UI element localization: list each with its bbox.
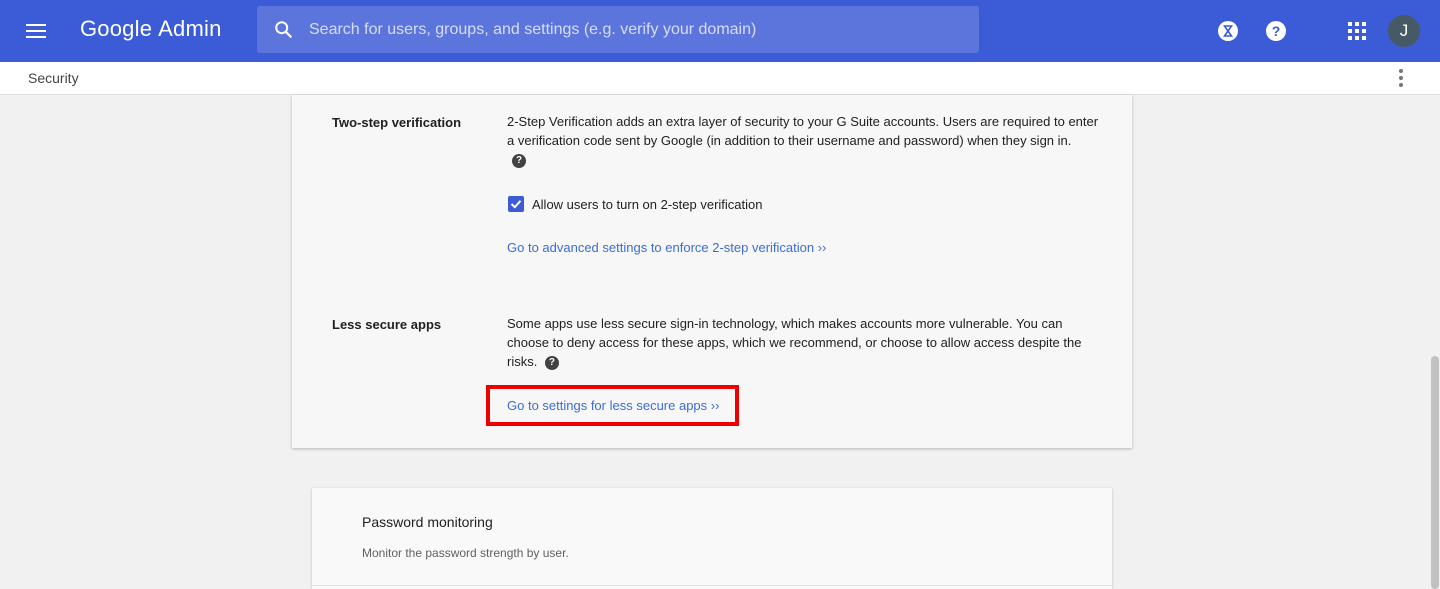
user-avatar[interactable]: J — [1388, 15, 1420, 47]
allow-2sv-label[interactable]: Allow users to turn on 2-step verificati… — [532, 197, 763, 212]
breadcrumb-security[interactable]: Security — [28, 70, 79, 86]
password-monitoring-title: Password monitoring — [362, 514, 493, 530]
less-secure-apps-description-text: Some apps use less secure sign-in techno… — [507, 316, 1082, 369]
hourglass-icon[interactable] — [1217, 20, 1239, 42]
divider — [312, 585, 1112, 586]
advanced-2sv-settings-link[interactable]: Go to advanced settings to enforce 2-ste… — [507, 240, 826, 255]
two-step-description: 2-Step Verification adds an extra layer … — [507, 112, 1107, 169]
highlight-box — [486, 385, 739, 426]
search-icon — [275, 21, 293, 39]
apps-grid-icon[interactable] — [1346, 20, 1368, 42]
security-settings-card: Two-step verification 2-Step Verificatio… — [292, 95, 1132, 448]
logo-product: Admin — [158, 16, 222, 41]
password-monitoring-card[interactable]: Password monitoring Monitor the password… — [312, 488, 1112, 589]
help-icon[interactable]: ? — [1265, 20, 1287, 42]
two-step-description-text: 2-Step Verification adds an extra layer … — [507, 114, 1099, 148]
main-menu-icon[interactable] — [22, 19, 50, 43]
search-input[interactable] — [309, 6, 969, 53]
search-bar[interactable] — [257, 6, 979, 53]
svg-text:?: ? — [1272, 23, 1281, 39]
google-admin-logo[interactable]: Google Admin — [80, 16, 222, 42]
less-secure-help-icon[interactable]: ? — [544, 355, 559, 370]
logo-brand: Google — [80, 16, 153, 41]
less-secure-apps-description: Some apps use less secure sign-in techno… — [507, 314, 1097, 371]
password-monitoring-description: Monitor the password strength by user. — [362, 546, 569, 560]
two-step-help-icon[interactable]: ? — [512, 153, 526, 168]
checkmark-icon — [510, 200, 522, 209]
top-app-bar: GoogleAdmin ? J — [0, 0, 1440, 62]
breadcrumb-bar: Security — [0, 62, 1440, 95]
two-step-label: Two-step verification — [332, 115, 462, 130]
less-secure-apps-label: Less secure apps — [332, 317, 442, 332]
more-options-icon[interactable] — [1392, 68, 1410, 88]
allow-2sv-checkbox[interactable] — [508, 196, 524, 212]
scrollbar-thumb[interactable] — [1431, 356, 1439, 589]
